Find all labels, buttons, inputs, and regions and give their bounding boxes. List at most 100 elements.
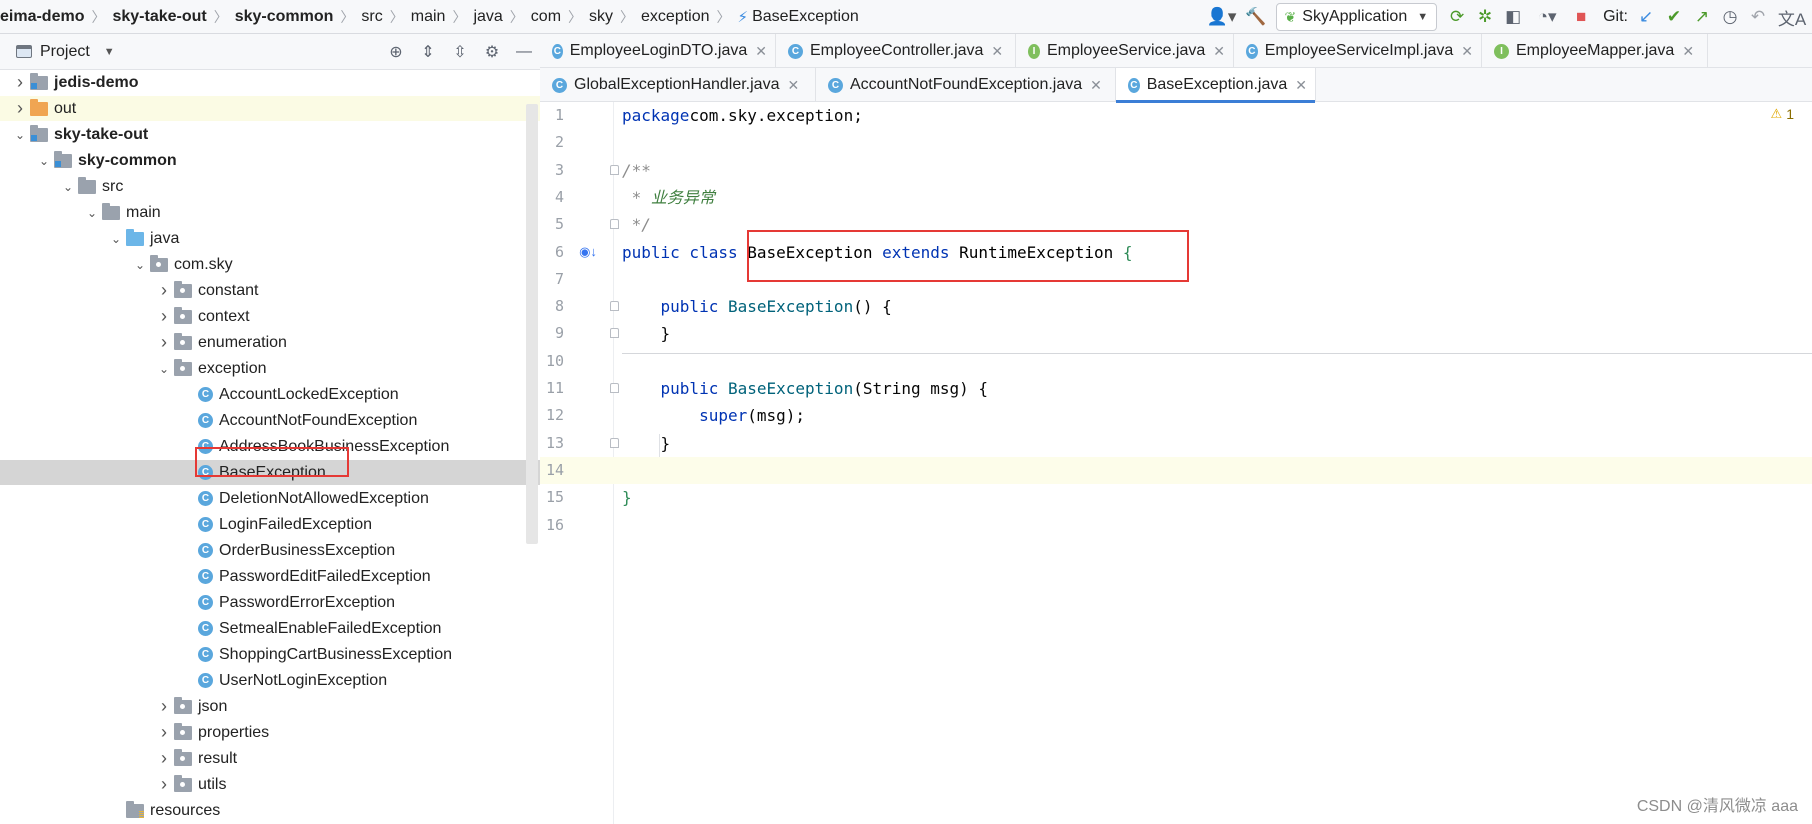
tree-item[interactable]: C PasswordEditFailedException xyxy=(0,564,540,589)
chevron-right-icon[interactable]: › xyxy=(154,332,174,353)
code-line[interactable]: 3 /** xyxy=(540,157,1812,184)
tree-item[interactable]: C OrderBusinessException xyxy=(0,538,540,563)
chevron-down-icon[interactable]: ⌄ xyxy=(34,154,54,168)
chevron-down-icon[interactable]: ⌄ xyxy=(130,258,150,272)
tree-item[interactable]: ⌄ main xyxy=(0,200,540,225)
code-line[interactable]: 6 ◉↓ public class BaseException extends Ru… xyxy=(540,239,1812,266)
code-line[interactable]: 9 } xyxy=(540,320,1812,347)
code-line[interactable]: 5 */ xyxy=(540,211,1812,238)
rerun-icon[interactable]: ⟳ xyxy=(1443,3,1471,31)
close-icon[interactable]: ✕ xyxy=(1213,43,1225,60)
collapse-all-icon[interactable]: ⇳ xyxy=(444,38,476,66)
chevron-right-icon[interactable]: › xyxy=(154,748,174,769)
close-icon[interactable]: ✕ xyxy=(755,43,767,60)
project-panel-title[interactable]: Project xyxy=(40,43,90,61)
code-line[interactable]: 13 } xyxy=(540,430,1812,457)
tree-item[interactable]: C ShoppingCartBusinessException xyxy=(0,642,540,667)
editor-tab[interactable]: C AccountNotFoundException.java ✕ xyxy=(816,68,1116,102)
tree-item[interactable]: C DeletionNotAllowedException xyxy=(0,486,540,511)
editor-tab[interactable]: C GlobalExceptionHandler.java ✕ xyxy=(540,68,816,102)
editor-tab[interactable]: I EmployeeMapper.java ✕ xyxy=(1482,34,1708,68)
code-line[interactable]: 8 public BaseException() { xyxy=(540,293,1812,320)
chevron-down-icon[interactable]: ▼ xyxy=(104,46,115,58)
breadcrumb-item[interactable]: eima-demo xyxy=(0,8,84,26)
tree-item[interactable]: › constant xyxy=(0,278,540,303)
editor-tab[interactable]: C BaseException.java ✕ xyxy=(1116,68,1316,103)
gear-icon[interactable]: ⚙ xyxy=(476,38,508,66)
tree-item[interactable]: C LoginFailedException xyxy=(0,512,540,537)
tree-item[interactable]: › utils xyxy=(0,772,540,797)
breadcrumb-item[interactable]: BaseException xyxy=(752,8,859,26)
debug-icon[interactable]: ✲ xyxy=(1471,3,1499,31)
tree-item[interactable]: ⌄ src xyxy=(0,174,540,199)
code-line[interactable]: 7 xyxy=(540,266,1812,293)
tree-item[interactable]: C UserNotLoginException xyxy=(0,668,540,693)
tree-item[interactable]: › enumeration xyxy=(0,330,540,355)
editor-tab[interactable]: C EmployeeLoginDTO.java ✕ xyxy=(540,34,776,68)
tree-item[interactable]: › context xyxy=(0,304,540,329)
tree-item[interactable]: › json xyxy=(0,694,540,719)
fold-marker-icon[interactable] xyxy=(610,437,619,448)
tree-item[interactable]: resources xyxy=(0,798,540,823)
code-line[interactable]: 15} xyxy=(540,484,1812,511)
tree-item[interactable]: › result xyxy=(0,746,540,771)
tree-item[interactable]: › out xyxy=(0,96,540,121)
code-line[interactable]: 12 super(msg); xyxy=(540,402,1812,429)
translate-icon[interactable]: 文A xyxy=(1772,3,1812,31)
history-icon[interactable]: ◷ xyxy=(1716,3,1744,31)
chevron-right-icon[interactable]: › xyxy=(10,72,30,93)
run-config-selector[interactable]: ❦ SkyApplication ▼ xyxy=(1275,3,1438,31)
editor-tab[interactable]: C EmployeeController.java ✕ xyxy=(776,34,1016,68)
close-icon[interactable]: ✕ xyxy=(991,43,1003,60)
breadcrumb-item[interactable]: sky xyxy=(589,8,613,26)
tree-item[interactable]: ⌄ com.sky xyxy=(0,252,540,277)
editor-tab[interactable]: C EmployeeServiceImpl.java ✕ xyxy=(1234,34,1482,68)
chevron-down-icon[interactable]: ⌄ xyxy=(106,232,126,246)
breadcrumb-item[interactable]: main xyxy=(411,8,446,26)
fold-marker-icon[interactable] xyxy=(610,219,619,230)
chevron-right-icon[interactable]: › xyxy=(154,774,174,795)
close-icon[interactable]: ✕ xyxy=(1090,77,1102,94)
breadcrumb-item[interactable]: src xyxy=(361,8,382,26)
tree-item[interactable]: ⌄ java xyxy=(0,226,540,251)
hammer-icon[interactable]: 🔨 xyxy=(1242,3,1270,31)
hide-panel-icon[interactable]: — xyxy=(508,38,540,66)
close-icon[interactable]: ✕ xyxy=(787,77,799,94)
breadcrumb-item[interactable]: java xyxy=(473,8,502,26)
code-line[interactable]: 16 xyxy=(540,512,1812,539)
commit-icon[interactable]: ✔ xyxy=(1660,3,1688,31)
chevron-down-icon[interactable]: ⌄ xyxy=(154,362,174,376)
code-line[interactable]: 10 xyxy=(540,348,1812,375)
breadcrumb-item[interactable]: com xyxy=(531,8,561,26)
code-line[interactable]: 2 xyxy=(540,129,1812,156)
fold-marker-icon[interactable] xyxy=(610,301,619,312)
tree-item[interactable]: ⌄ sky-take-out xyxy=(0,122,540,147)
chevron-right-icon[interactable]: › xyxy=(154,696,174,717)
chevron-right-icon[interactable]: › xyxy=(10,98,30,119)
chevron-right-icon[interactable]: › xyxy=(154,306,174,327)
fold-marker-icon[interactable] xyxy=(610,328,619,339)
tree-item[interactable]: ⌄ exception xyxy=(0,356,540,381)
close-icon[interactable]: ✕ xyxy=(1461,43,1473,60)
chevron-down-icon[interactable]: ⌄ xyxy=(58,180,78,194)
chevron-right-icon[interactable]: › xyxy=(154,722,174,743)
locate-icon[interactable]: ⊕ xyxy=(380,38,412,66)
breadcrumb-item[interactable]: sky-take-out xyxy=(112,8,206,26)
rollback-icon[interactable]: ↶ xyxy=(1744,3,1772,31)
code-line[interactable]: 11 public BaseException(String msg) { xyxy=(540,375,1812,402)
tree-item[interactable]: C PasswordErrorException xyxy=(0,590,540,615)
tree-scrollbar[interactable] xyxy=(526,104,538,544)
tree-item[interactable]: C AddressBookBusinessException xyxy=(0,434,540,459)
expand-all-icon[interactable]: ⇕ xyxy=(412,38,444,66)
close-icon[interactable]: ✕ xyxy=(1295,77,1307,94)
breadcrumb-item[interactable]: sky-common xyxy=(235,8,334,26)
breadcrumb-item[interactable]: exception xyxy=(641,8,710,26)
tree-item[interactable]: ⌄ sky-common xyxy=(0,148,540,173)
tree-item[interactable]: C SetmealEnableFailedException xyxy=(0,616,540,641)
tree-item[interactable]: C BaseException xyxy=(0,460,540,485)
coverage-icon[interactable]: ◧ xyxy=(1499,3,1527,31)
profile-icon[interactable]: ◔▾ xyxy=(1527,3,1567,31)
fold-marker-icon[interactable] xyxy=(610,383,619,393)
tree-item[interactable]: C AccountNotFoundException xyxy=(0,408,540,433)
code-line[interactable]: 1 packagecom.sky.exception; xyxy=(540,102,1812,129)
